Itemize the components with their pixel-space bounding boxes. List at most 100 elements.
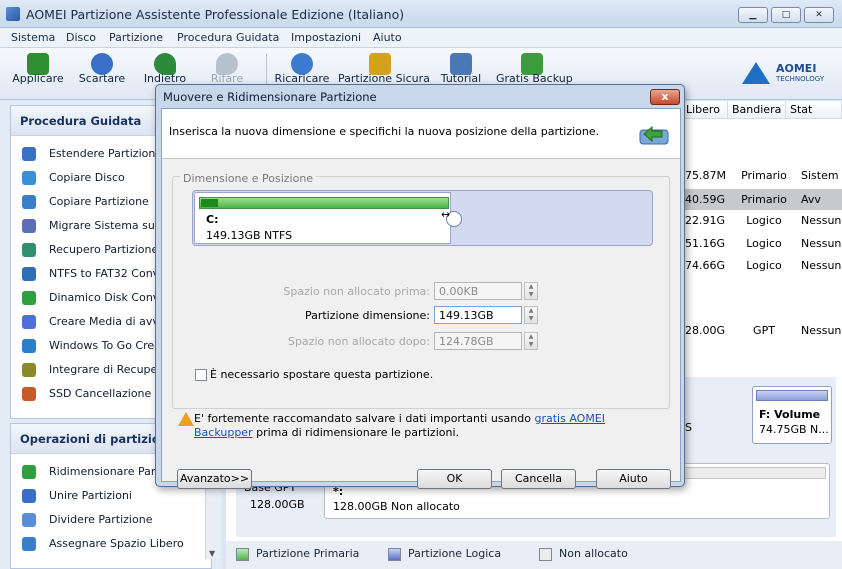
table-cell-free: 75.87MB [685,169,725,182]
table-cell-status: Nessun [801,324,842,337]
wizard-item-label: NTFS to FAT32 Conve [49,267,166,280]
partition-size-input[interactable] [434,306,522,324]
resize-partition-icon [638,120,670,148]
ok-button[interactable]: OK [417,469,492,489]
minimize-button[interactable]: ▁ [738,7,768,23]
warning-text: E' fortemente raccomandato salvare i dat… [194,412,606,439]
partition-block-c[interactable]: C: 149.13GB NTFS [194,192,451,244]
legend-primary-swatch [236,548,249,561]
spin-up-icon: ▲ [528,333,534,340]
field-label: Spazio non allocato dopo: [288,335,430,348]
wizard-item-icon [22,267,36,281]
app-icon [6,7,20,21]
cancel-button[interactable]: Cancella [501,469,576,489]
disk-partition-s-label: S [685,421,692,434]
partition-name: C: [206,213,219,226]
menu-procedura-guidata[interactable]: Procedura Guidata [177,31,279,44]
spin-buttons: ▲ ▼ [524,332,538,350]
scroll-down-icon[interactable]: ▼ [209,549,215,558]
column-header-free[interactable]: Libero [682,101,728,119]
dialog-intro-text: Inserisca la nuova dimensione e specific… [169,125,600,138]
partition-usage-bar [199,197,449,209]
help-button[interactable]: Aiuto [596,469,671,489]
maximize-button[interactable]: □ [771,7,801,23]
legend-logical-label: Partizione Logica [408,547,502,560]
wizard-item-icon [22,147,36,161]
aomei-logo: AOMEI TECHNOLOGY [742,58,832,88]
wizard-item-label: Recupero Partizione [49,243,159,256]
spin-down-icon[interactable]: ▼ [525,315,537,323]
menu-partizione[interactable]: Partizione [109,31,163,44]
column-header-flag[interactable]: Bandiera [728,101,786,119]
wizard-item-label: Windows To Go Creat [49,339,166,352]
operation-item-icon [22,489,36,503]
menu-disco[interactable]: Disco [66,31,96,44]
wizard-item-label: Estendere Partizione [49,147,163,160]
table-cell-free: 28.00GB [685,324,725,337]
warning-icon [178,412,194,426]
table-cell-flag: Logico [746,237,782,250]
wizard-item-icon [22,339,36,353]
wizard-item-icon [22,171,36,185]
gpt-disk-size: 128.00GB [250,498,305,511]
menu-impostazioni[interactable]: Impostazioni [291,31,361,44]
wizard-item-icon [22,315,36,329]
wizard-item-label: Copiare Partizione [49,195,149,208]
operation-item[interactable]: Dividere Partizione [11,508,201,532]
legend-logical-swatch [388,548,401,561]
wizard-item-label: Migrare Sistema su SS [49,219,173,232]
partition-size-label: 149.13GB NTFS [206,229,293,242]
table-cell-status: Nessun [801,259,842,272]
unallocated-space-input [434,282,522,300]
operation-item-label: Dividere Partizione [49,513,153,526]
spin-buttons[interactable]: ▲ ▼ [524,306,538,324]
table-cell-flag: Logico [746,214,782,227]
menu-sistema[interactable]: Sistema [11,31,55,44]
window-title: AOMEI Partizione Assistente Professional… [26,7,405,22]
operation-item[interactable]: Assegnare Spazio Libero [11,532,201,556]
discard-button[interactable]: Scartare [74,48,130,100]
operation-item[interactable]: Unire Partizioni [11,484,201,508]
column-header-status[interactable]: Stat [786,101,842,119]
wizard-item-icon [22,291,36,305]
unallocated-space-input [434,332,522,350]
operation-item-label: Ridimensionare Partizi [49,465,172,478]
resize-cursor-icon: ↔ [441,208,451,221]
operation-item-icon [22,465,36,479]
wizard-item-icon [22,363,36,377]
resize-partition-dialog: Muovere e Ridimensionare Partizione x In… [155,84,685,489]
table-cell-free: 22.91GB [685,214,725,227]
wizard-item-icon [22,243,36,257]
close-button[interactable]: ✕ [804,7,834,23]
legend-unallocated-swatch [539,548,552,561]
dialog-close-button[interactable]: x [650,89,680,105]
operation-item-icon [22,513,36,527]
title-bar: AOMEI Partizione Assistente Professional… [0,0,842,28]
field-label: Spazio non allocato prima: [283,285,430,298]
partition-resize-area[interactable]: C: 149.13GB NTFS ↔ [192,190,653,246]
spin-down-icon: ▼ [528,341,534,348]
size-position-group-label: Dimensione e Posizione [180,172,317,185]
disk-partition-f[interactable]: F: Volume 74.75GB N... [752,386,832,444]
advanced-button[interactable]: Avanzato>> [177,469,252,489]
apply-button[interactable]: Applicare [8,48,68,100]
logo-triangle-icon [742,62,770,84]
dialog-body: Inserisca la nuova dimensione e specific… [161,108,681,489]
menu-aiuto[interactable]: Aiuto [373,31,402,44]
table-cell-free: 40.59GB [685,193,725,206]
spin-up-icon[interactable]: ▲ [525,307,537,315]
legend-primary-label: Partizione Primaria [256,547,360,560]
move-partition-checkbox[interactable] [195,369,207,381]
table-cell-status: Nessun [801,237,842,250]
table-cell-free: 74.66GB [685,259,725,272]
partition-used-fill [201,199,218,207]
menu-bar: Sistema Disco Partizione Procedura Guida… [0,28,842,48]
dialog-header: Inserisca la nuova dimensione e specific… [162,109,680,159]
wizard-item-label: Copiare Disco [49,171,125,184]
table-cell-free: 51.16GB [685,237,725,250]
legend-unallocated-label: Non allocato [559,547,628,560]
dialog-title: Muovere e Ridimensionare Partizione [163,90,377,104]
table-cell-flag: Primario [741,169,787,182]
operation-item-label: Assegnare Spazio Libero [49,537,184,550]
table-cell-status: Sistem [801,169,839,182]
